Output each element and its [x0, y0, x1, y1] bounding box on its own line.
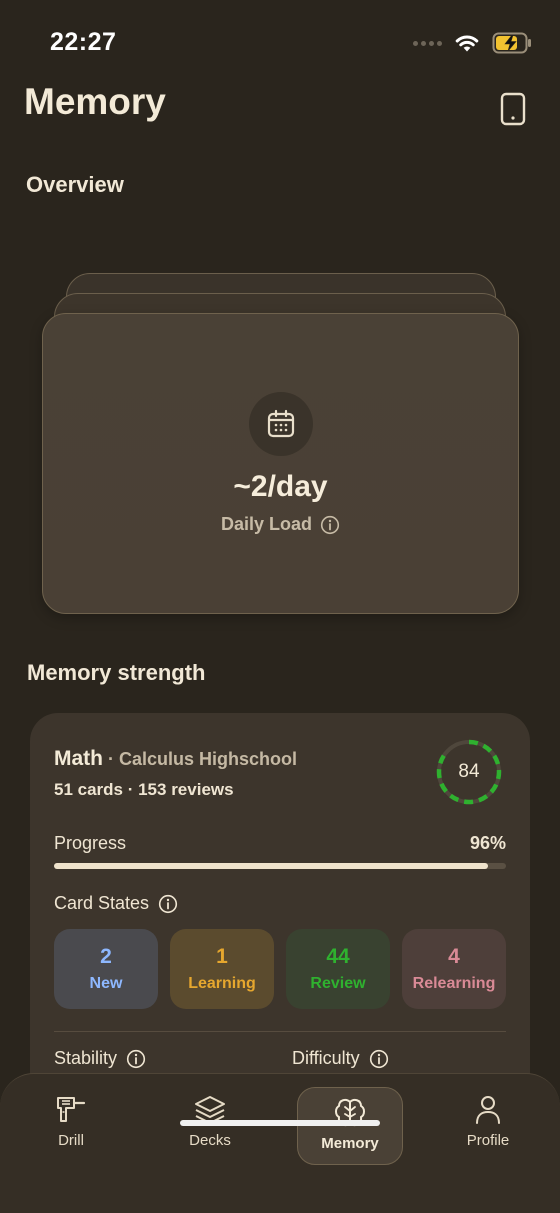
card-states-label: Card States: [54, 893, 150, 913]
stability-label: Stability: [54, 1048, 118, 1068]
deck-title-separator: ·: [108, 749, 114, 769]
info-icon[interactable]: [369, 1049, 389, 1069]
tab-drill[interactable]: Drill: [16, 1094, 126, 1164]
info-icon[interactable]: [320, 515, 340, 535]
tab-label: Profile: [466, 1132, 510, 1149]
bottom-tab-bar: Drill Decks Memory Profile: [0, 1073, 560, 1213]
tab-label: Memory: [321, 1135, 379, 1152]
section-divider: [54, 1031, 506, 1032]
state-count: 4: [448, 945, 460, 968]
state-count: 1: [216, 945, 228, 968]
tab-profile[interactable]: Profile: [433, 1094, 543, 1164]
deck-memory-card[interactable]: Math · Calculus Highschool 51 cards · 15…: [30, 713, 530, 1133]
status-bar: 22:27: [0, 0, 560, 84]
info-icon[interactable]: [126, 1049, 146, 1069]
memory-strength-section-title: Memory strength: [27, 660, 206, 685]
tab-label: Drill: [58, 1132, 84, 1149]
daily-load-value: ~2/day: [233, 470, 328, 503]
state-name: New: [89, 975, 123, 992]
calendar-icon: [267, 409, 295, 438]
state-name: Relearning: [412, 975, 496, 992]
memory-score-value: 84: [458, 761, 480, 782]
overview-section-title: Overview: [26, 172, 124, 197]
card-state-tiles: 2 New 1 Learning 44 Review 4 Relearning: [54, 929, 506, 1009]
deck-stats: 51 cards · 153 reviews: [54, 780, 234, 799]
progress-row: Progress 96%: [54, 833, 506, 854]
page-title: Memory: [24, 81, 166, 122]
progress-bar-fill: [54, 863, 488, 869]
wifi-icon: [454, 33, 480, 53]
state-tile-relearning[interactable]: 4 Relearning: [402, 929, 506, 1009]
card-states-header: Card States: [54, 893, 178, 914]
info-icon[interactable]: [158, 894, 178, 914]
state-name: Review: [310, 975, 366, 992]
daily-load-label: Daily Load: [220, 514, 313, 534]
person-icon: [476, 1096, 500, 1124]
deck-name: Calculus Highschool: [119, 749, 298, 769]
memory-score-ring: 84: [435, 738, 503, 806]
daily-load-card[interactable]: ~2/day Daily Load: [42, 313, 519, 614]
page-header: Memory: [24, 78, 532, 128]
state-tile-new[interactable]: 2 New: [54, 929, 158, 1009]
state-tile-review[interactable]: 44 Review: [286, 929, 390, 1009]
status-icons: [413, 32, 532, 54]
progress-value: 96%: [469, 833, 506, 853]
daily-load-label-row: Daily Load: [43, 514, 518, 535]
cellular-signal-icon: [413, 40, 442, 46]
state-tile-learning[interactable]: 1 Learning: [170, 929, 274, 1009]
calendar-icon-badge: [249, 392, 313, 456]
tab-label: Decks: [189, 1132, 231, 1149]
deck-subject: Math: [54, 747, 103, 770]
device-button[interactable]: [500, 92, 526, 126]
state-count: 44: [326, 945, 350, 968]
progress-bar: [54, 863, 506, 869]
progress-label: Progress: [54, 833, 127, 853]
state-count: 2: [100, 945, 112, 968]
home-indicator[interactable]: [180, 1120, 380, 1126]
tab-memory[interactable]: Memory: [297, 1087, 403, 1165]
state-name: Learning: [188, 975, 256, 992]
phone-icon: [500, 92, 526, 126]
drill-icon: [57, 1097, 86, 1122]
difficulty-metric: Difficulty: [292, 1048, 389, 1069]
status-time: 22:27: [50, 28, 117, 56]
tab-decks[interactable]: Decks: [155, 1094, 265, 1164]
stability-metric: Stability: [54, 1048, 146, 1069]
deck-title-row: Math · Calculus Highschool: [54, 747, 297, 771]
difficulty-label: Difficulty: [292, 1048, 360, 1068]
battery-charging-icon: [492, 32, 532, 54]
